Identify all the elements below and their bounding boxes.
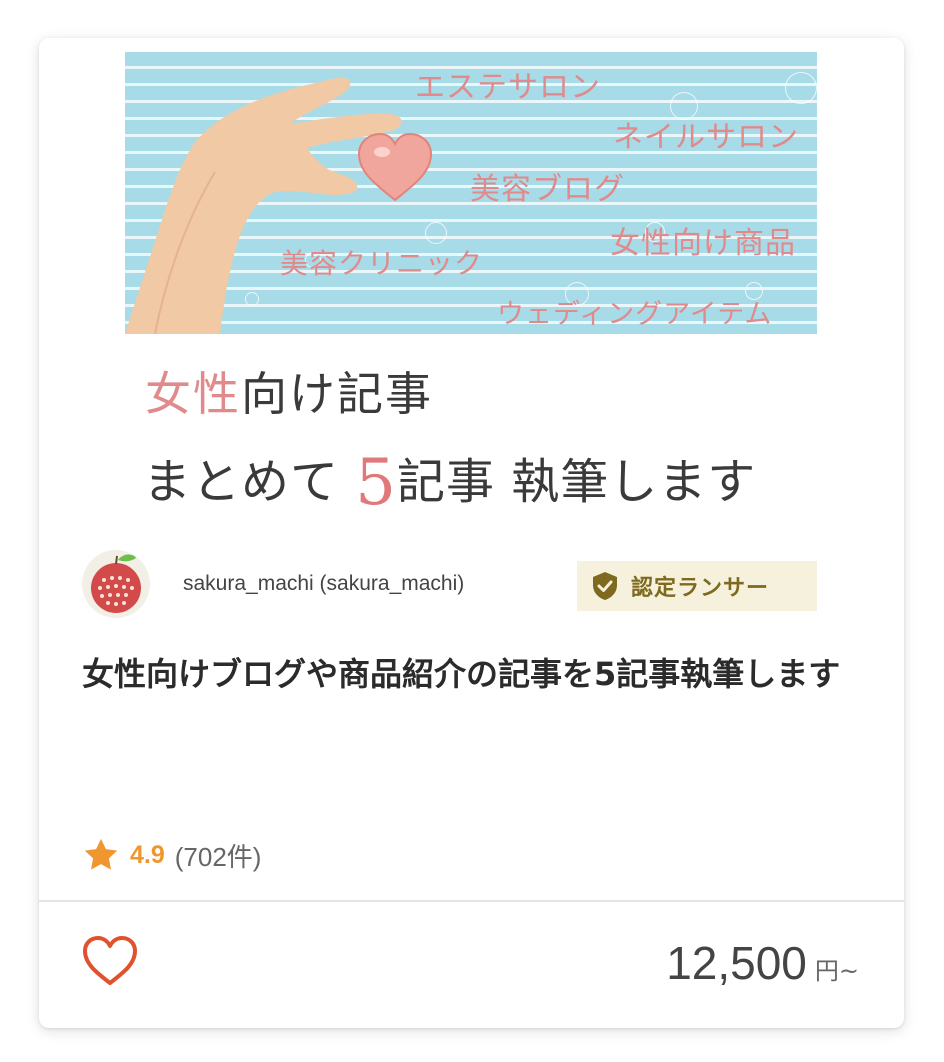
rating: 4.9 (702件) <box>82 836 261 874</box>
service-title[interactable]: 女性向けブログや商品紹介の記事を5記事執筆します <box>82 646 872 702</box>
headline-part: まとめて <box>143 454 356 510</box>
favorite-button[interactable] <box>81 934 139 988</box>
thumbnail-headline-line1: 女性向け記事 <box>145 358 433 424</box>
heart-charm-icon <box>357 132 433 202</box>
service-card[interactable]: エステサロン ネイルサロン 美容ブログ 女性向け商品 美容クリニック ウェディン… <box>39 38 904 1028</box>
thumbnail-headline-line2: まとめて 5記事 執筆します <box>143 442 756 520</box>
headline-part: 記事 執筆します <box>396 454 757 510</box>
hero-label: ネイルサロン <box>613 120 799 155</box>
shield-check-icon <box>593 572 617 600</box>
price-unit: 円~ <box>814 957 859 985</box>
apple-avatar-icon <box>91 554 141 613</box>
headline-number: 5 <box>355 446 397 520</box>
price: 12,500 円~ <box>666 936 859 990</box>
divider <box>39 900 904 902</box>
hero-label: エステサロン <box>415 70 601 105</box>
rating-score: 4.9 <box>130 840 165 869</box>
hero-label: 美容ブログ <box>470 172 625 207</box>
seller-avatar[interactable] <box>82 550 150 618</box>
star-icon <box>84 838 118 870</box>
seller-name[interactable]: sakura_machi (sakura_machi) <box>183 572 464 596</box>
hero-label: ウェディングアイテム <box>497 299 773 330</box>
review-count: (702件) <box>174 841 262 872</box>
headline-rest: 向け記事 <box>241 367 433 421</box>
price-amount: 12,500 <box>666 937 807 989</box>
headline-accent: 女性 <box>145 367 241 421</box>
hero-label: 美容クリニック <box>280 247 484 280</box>
thumbnail-illustration: エステサロン ネイルサロン 美容ブログ 女性向け商品 美容クリニック ウェディン… <box>125 52 817 334</box>
service-thumbnail[interactable]: エステサロン ネイルサロン 美容ブログ 女性向け商品 美容クリニック ウェディン… <box>39 38 904 538</box>
hero-label: 女性向け商品 <box>610 226 796 261</box>
badge-label: 認定ランサー <box>631 576 770 601</box>
certified-lancer-badge: 認定ランサー <box>577 561 817 611</box>
heart-outline-icon <box>83 936 137 985</box>
